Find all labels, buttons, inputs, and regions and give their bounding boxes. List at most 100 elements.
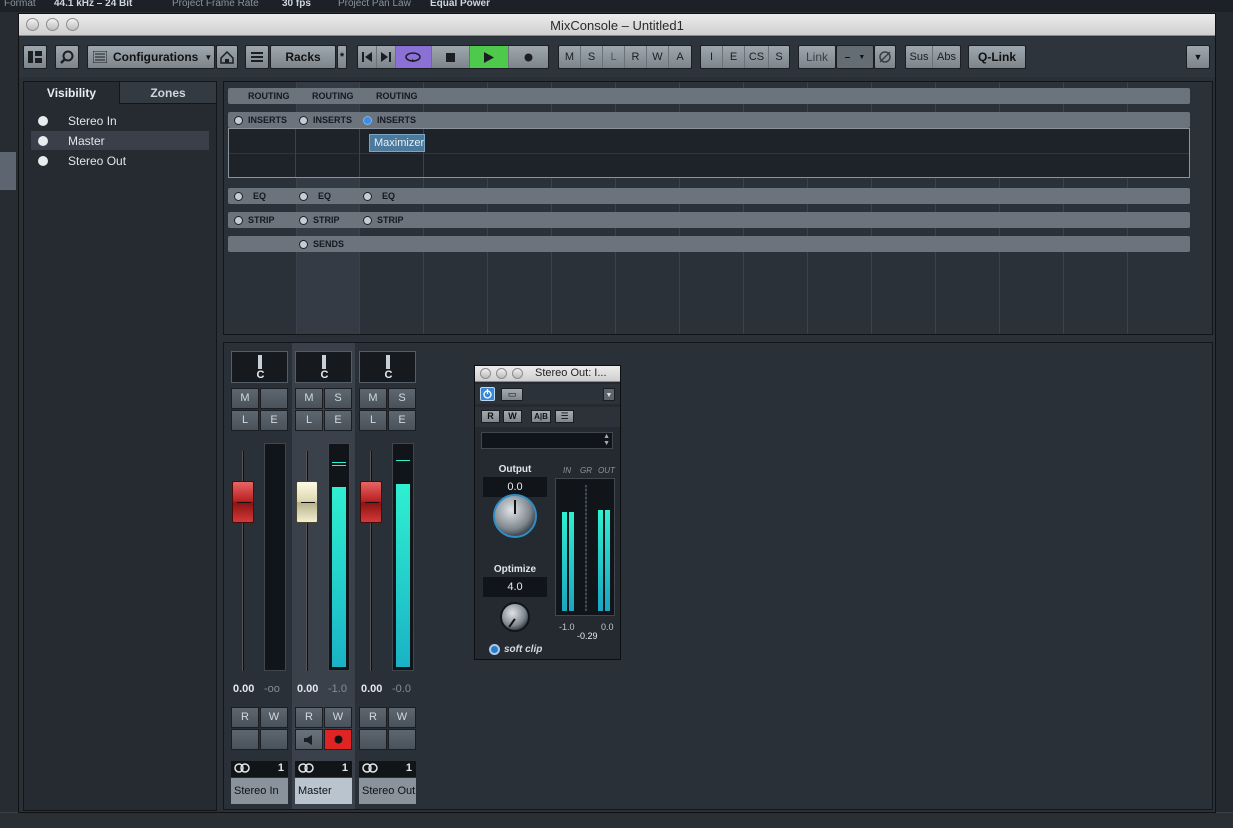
output-knob[interactable]	[493, 494, 537, 538]
volume-fader[interactable]	[360, 481, 382, 523]
volume-value[interactable]: 0.00	[233, 683, 254, 695]
stop-button[interactable]	[432, 46, 471, 68]
play-button[interactable]	[470, 46, 510, 68]
plugin-titlebar[interactable]: Stereo Out: I...	[475, 366, 620, 382]
edit-button[interactable]: E	[723, 46, 745, 68]
racks-menu-button[interactable]	[245, 45, 269, 69]
plugin-menu-button[interactable]: ▼	[603, 388, 615, 401]
eq-bypass-icon[interactable]	[299, 191, 308, 201]
preset-list-button[interactable]: ☰	[555, 410, 574, 423]
strip-bypass-icon[interactable]	[363, 215, 372, 225]
bypass-button[interactable]: ▭	[501, 388, 523, 401]
routing-rack-stereo-in[interactable]: ROUTING	[248, 88, 290, 104]
absolute-button[interactable]: Abs	[933, 46, 960, 68]
peak-value[interactable]: -1.0	[328, 683, 347, 695]
solo-button[interactable]	[260, 388, 288, 409]
record-enable-button[interactable]	[388, 729, 416, 750]
racks-button[interactable]: Racks	[270, 45, 336, 69]
qlink-button[interactable]: Q-Link	[968, 45, 1026, 69]
channel-name[interactable]: Master	[295, 778, 352, 804]
plugin-write-button[interactable]: W	[503, 410, 522, 423]
routing-rack-master[interactable]: ROUTING	[312, 88, 354, 104]
plugin-read-button[interactable]: R	[481, 410, 500, 423]
insert-slot-maximizer[interactable]: Maximizer	[369, 134, 425, 152]
visibility-item-master[interactable]: Master	[31, 131, 209, 150]
read-automation-button[interactable]: R	[295, 707, 323, 728]
channel-name[interactable]: Stereo In	[231, 778, 288, 804]
edit-channel-button[interactable]: E	[388, 410, 416, 431]
solo-button[interactable]: S	[324, 388, 352, 409]
peak-value[interactable]: -0.0	[392, 683, 411, 695]
strip-bypass-icon[interactable]	[234, 215, 243, 225]
racks-star-button[interactable]: *	[337, 45, 347, 69]
routing-rack-stereo-out[interactable]: ROUTING	[376, 88, 418, 104]
stepper-icon[interactable]: ▲ ▼	[603, 433, 610, 447]
unlink-button[interactable]	[874, 45, 896, 69]
softclip-icon[interactable]	[489, 644, 500, 655]
eq-rack-master[interactable]: EQ	[299, 188, 331, 204]
visibility-toggle-icon[interactable]	[38, 155, 48, 166]
preset-field[interactable]: ▲ ▼	[481, 432, 613, 449]
channel-settings-button[interactable]: CS	[745, 46, 769, 68]
sync-button[interactable]: S	[769, 46, 789, 68]
mute-button[interactable]: M	[295, 388, 323, 409]
function-menu-button[interactable]: ▼	[1186, 45, 1210, 69]
global-mute-button[interactable]: M	[559, 46, 581, 68]
inserts-bypass-icon[interactable]	[299, 115, 308, 125]
suspend-button[interactable]: Sus	[906, 46, 933, 68]
configurations-dropdown[interactable]: Configurations ▼	[87, 45, 215, 69]
tab-visibility[interactable]: Visibility	[24, 82, 120, 104]
record-enable-button[interactable]	[324, 729, 352, 750]
optimize-knob[interactable]	[500, 602, 530, 632]
visibility-toggle-icon[interactable]	[38, 135, 48, 146]
strip-rack-stereo-out[interactable]: STRIP	[363, 212, 404, 228]
mute-button[interactable]: M	[359, 388, 387, 409]
channel-name[interactable]: Stereo Out	[359, 778, 416, 804]
zoom-plugin-button[interactable]	[512, 368, 523, 379]
ab-compare-button[interactable]: A|B	[531, 410, 551, 423]
edit-channel-button[interactable]: E	[260, 410, 288, 431]
go-to-start-button[interactable]	[358, 46, 377, 68]
global-solo-button[interactable]: S	[581, 46, 603, 68]
monitor-button[interactable]	[295, 729, 323, 750]
visibility-item-stereo-in[interactable]: Stereo In	[31, 111, 209, 130]
sends-rack-master[interactable]: SENDS	[299, 236, 344, 252]
eq-rack-stereo-in[interactable]: EQ	[234, 188, 266, 204]
window-titlebar[interactable]: MixConsole – Untitled1	[19, 14, 1215, 36]
eq-rack-stereo-out[interactable]: EQ	[363, 188, 395, 204]
volume-fader[interactable]	[232, 481, 254, 523]
sends-bypass-icon[interactable]	[299, 239, 308, 249]
layout-toggle-button[interactable]	[23, 45, 47, 69]
pan-control[interactable]: C	[359, 351, 416, 383]
listen-button[interactable]: L	[231, 410, 259, 431]
mute-button[interactable]: M	[231, 388, 259, 409]
record-button[interactable]	[509, 46, 548, 68]
visibility-toggle-icon[interactable]	[38, 115, 48, 126]
inserts-active-icon[interactable]	[363, 115, 372, 125]
monitor-button[interactable]	[231, 729, 259, 750]
inserts-rack-master[interactable]: INSERTS	[299, 112, 352, 128]
peak-value[interactable]: -oo	[264, 683, 280, 695]
volume-fader[interactable]	[296, 481, 318, 523]
global-read-button[interactable]: R	[625, 46, 647, 68]
listen-button[interactable]: L	[359, 410, 387, 431]
visibility-item-stereo-out[interactable]: Stereo Out	[31, 151, 209, 170]
read-automation-button[interactable]: R	[231, 707, 259, 728]
pan-control[interactable]: C	[231, 351, 288, 383]
cycle-button[interactable]	[395, 46, 432, 68]
inserts-rack-stereo-out[interactable]: INSERTS	[363, 112, 416, 128]
minimize-plugin-button[interactable]	[496, 368, 507, 379]
write-automation-button[interactable]: W	[260, 707, 288, 728]
softclip-toggle[interactable]: soft clip	[489, 644, 542, 655]
strip-bypass-icon[interactable]	[299, 215, 308, 225]
strip-rack-stereo-in[interactable]: STRIP	[234, 212, 275, 228]
strip-rack-master[interactable]: STRIP	[299, 212, 340, 228]
link-button[interactable]: Link	[798, 45, 836, 69]
global-automation-button[interactable]: A	[669, 46, 691, 68]
pan-control[interactable]: C	[295, 351, 352, 383]
volume-value[interactable]: 0.00	[361, 683, 382, 695]
write-automation-button[interactable]: W	[324, 707, 352, 728]
search-button[interactable]	[55, 45, 79, 69]
record-enable-button[interactable]	[260, 729, 288, 750]
tab-zones[interactable]: Zones	[120, 82, 216, 104]
